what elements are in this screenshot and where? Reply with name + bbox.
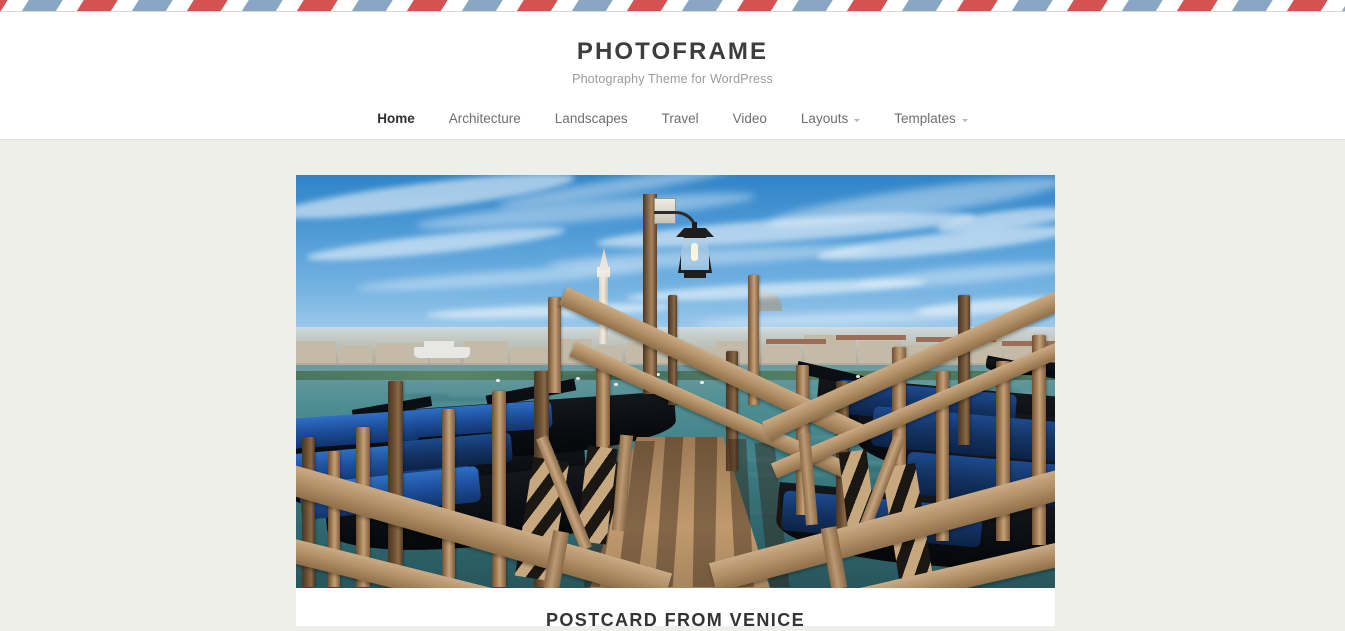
airmail-stripe: [844, 0, 890, 11]
photo-roofline: [836, 335, 906, 340]
photo-roofline: [766, 339, 826, 344]
airmail-stripe: [239, 0, 285, 11]
airmail-stripe: [19, 0, 65, 11]
site-title[interactable]: PHOTOFRAME: [0, 39, 1345, 65]
photo-seagull: [700, 381, 704, 384]
airmail-stripe: [129, 0, 175, 11]
photo-seagull: [614, 383, 618, 386]
nav-item-home[interactable]: Home: [360, 109, 432, 129]
nav-item-label: Home: [377, 111, 415, 126]
photo-piling: [388, 381, 403, 587]
nav-item-landscapes[interactable]: Landscapes: [538, 109, 645, 129]
photo-piling: [548, 297, 561, 393]
photo-seagull: [576, 377, 580, 380]
airmail-stripe: [734, 0, 780, 11]
photo-piling: [442, 409, 455, 587]
photo-building: [464, 341, 508, 363]
nav-item-travel[interactable]: Travel: [645, 109, 716, 129]
airmail-stripe: [349, 0, 395, 11]
nav-item-templates[interactable]: Templates: [877, 109, 985, 129]
airmail-stripe: [954, 0, 1000, 11]
airmail-stripe: [1009, 0, 1055, 11]
content-area: POSTCARD FROM VENICE: [0, 141, 1345, 626]
post-card: POSTCARD FROM VENICE: [296, 175, 1055, 626]
photo-boat: [414, 347, 470, 358]
nav-item-layouts[interactable]: Layouts: [784, 109, 877, 129]
photo-piling: [958, 295, 970, 445]
airmail-stripe-border: [0, 0, 1345, 11]
photo-building: [762, 345, 802, 363]
post-title[interactable]: POSTCARD FROM VENICE: [296, 588, 1055, 631]
chevron-down-icon: [962, 119, 968, 122]
nav-item-video[interactable]: Video: [716, 109, 784, 129]
airmail-stripe: [1229, 0, 1275, 11]
site-header: PHOTOFRAME Photography Theme for WordPre…: [0, 12, 1345, 140]
nav-item-label: Layouts: [801, 111, 848, 126]
nav-item-label: Templates: [894, 111, 956, 126]
airmail-stripe: [1339, 0, 1345, 11]
airmail-stripe: [184, 0, 230, 11]
airmail-stripe: [0, 0, 10, 11]
airmail-stripe: [624, 0, 670, 11]
nav-item-architecture[interactable]: Architecture: [432, 109, 538, 129]
airmail-stripe: [294, 0, 340, 11]
photo-lamp-bottom: [684, 272, 706, 278]
photo-lamp-bulb: [691, 243, 698, 261]
primary-navigation: Home Architecture Landscapes Travel Video Lay…: [0, 109, 1345, 129]
featured-image-venice[interactable]: [296, 175, 1055, 588]
nav-item-label: Video: [733, 111, 767, 126]
photo-building: [510, 347, 548, 363]
nav-item-label: Landscapes: [555, 111, 628, 126]
photo-building: [296, 341, 336, 363]
airmail-stripe: [899, 0, 945, 11]
airmail-stripe: [1284, 0, 1330, 11]
photo-seagull: [496, 379, 500, 382]
airmail-stripe: [514, 0, 560, 11]
airmail-stripe: [1119, 0, 1165, 11]
airmail-stripe: [789, 0, 835, 11]
photo-piling: [492, 391, 506, 587]
airmail-stripe: [569, 0, 615, 11]
photo-lamp-finial: [692, 222, 697, 230]
site-tagline: Photography Theme for WordPress: [0, 72, 1345, 86]
chevron-down-icon: [854, 119, 860, 122]
airmail-stripe: [1174, 0, 1220, 11]
airmail-stripe: [1064, 0, 1110, 11]
nav-item-label: Architecture: [449, 111, 521, 126]
photo-boat: [424, 341, 454, 348]
airmail-stripe: [404, 0, 450, 11]
airmail-stripe: [74, 0, 120, 11]
airmail-stripe: [459, 0, 505, 11]
photo-building: [338, 345, 372, 363]
airmail-stripe: [679, 0, 725, 11]
nav-item-label: Travel: [662, 111, 699, 126]
